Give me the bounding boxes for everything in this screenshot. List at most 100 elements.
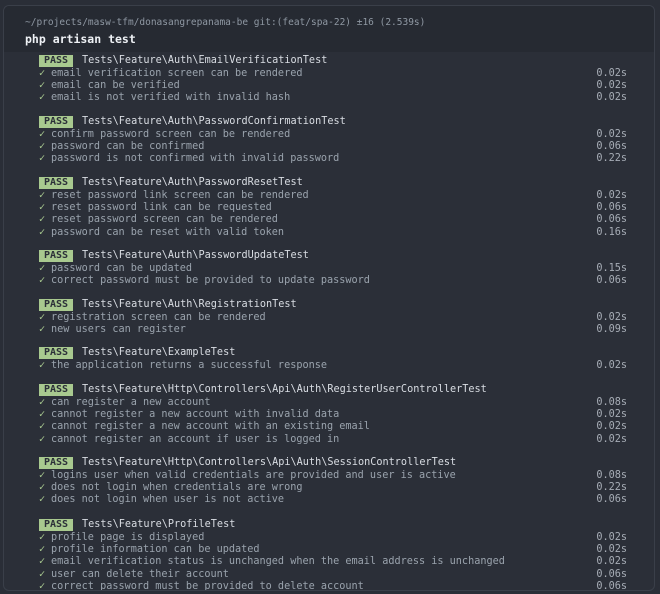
test-output: PASS Tests\Feature\Auth\EmailVerification… — [4, 52, 654, 591]
test-name: registration screen can be rendered — [51, 312, 266, 323]
test-duration: 0.02s — [596, 312, 627, 323]
test-duration: 0.06s — [596, 494, 627, 506]
test-suite: PASS Tests\Feature\Auth\EmailVerification… — [4, 54, 654, 105]
test-name: does not login when credentials are wron… — [51, 482, 303, 494]
test-duration: 0.02s — [596, 190, 627, 201]
command-line: php artisan test — [25, 32, 136, 46]
pass-badge: PASS — [39, 250, 74, 262]
test-row: ✓ does not login when user is not active 0… — [4, 494, 654, 506]
suite-header: PASS Tests\Feature\Auth\PasswordConfirmat… — [4, 115, 654, 129]
test-suite: PASS Tests\Feature\ProfileTest ✓ profile pa… — [4, 518, 654, 591]
pass-badge: PASS — [39, 55, 74, 67]
test-name: email can be verified — [51, 80, 180, 92]
test-row: ✓ cannot register a new account with inva… — [4, 409, 654, 421]
check-icon: ✓ — [39, 397, 46, 408]
test-row: ✓ does not login when credentials are wro… — [4, 482, 654, 494]
suite-header: PASS Tests\Feature\Auth\PasswordUpdateTes… — [4, 249, 654, 263]
check-icon: ✓ — [39, 226, 46, 238]
test-row: ✓ password is not confirmed with invalid … — [4, 153, 654, 165]
suite-header: PASS Tests\Feature\Auth\EmailVerification… — [4, 54, 654, 68]
test-row: ✓ password can be updated 0.15s — [4, 263, 654, 275]
test-suite: PASS Tests\Feature\Auth\PasswordConfirmat… — [4, 115, 654, 166]
test-duration: 0.06s — [596, 214, 627, 226]
suite-header: PASS Tests\Feature\Auth\PasswordResetTest — [4, 176, 654, 190]
check-icon: ✓ — [39, 263, 46, 274]
test-name: correct password must be provided to upd… — [51, 275, 370, 287]
pass-badge: PASS — [39, 347, 74, 359]
check-icon: ✓ — [39, 80, 46, 92]
test-duration: 0.02s — [596, 92, 627, 104]
pass-badge: PASS — [39, 177, 74, 189]
check-icon: ✓ — [39, 580, 46, 591]
command-header: ~/projects/masw-tfm/donasangrepanama-be … — [4, 6, 654, 52]
test-name: the application returns a successful res… — [51, 360, 328, 371]
test-name: reset password link can be requested — [51, 202, 272, 214]
terminal-window[interactable]: ~/projects/masw-tfm/donasangrepanama-be … — [3, 5, 655, 591]
test-duration: 0.02s — [596, 556, 627, 568]
check-icon: ✓ — [39, 214, 46, 226]
test-row: ✓ reset password link screen can be rende… — [4, 190, 654, 202]
test-name: cannot register a new account with inval… — [51, 409, 340, 421]
check-icon: ✓ — [39, 482, 46, 494]
pass-badge: PASS — [39, 116, 74, 128]
test-row: ✓ password can be reset with valid token 0… — [4, 227, 654, 239]
suite-name: Tests\Feature\Http\Controllers\Api\Auth\… — [82, 384, 487, 395]
suite-header: PASS Tests\Feature\ExampleTest — [4, 346, 654, 360]
test-name: user can delete their account — [51, 568, 229, 580]
test-duration: 0.06s — [596, 580, 627, 591]
test-row: ✓ new users can register 0.09s — [4, 324, 654, 336]
test-name: email is not verified with invalid hash — [51, 92, 291, 104]
test-duration: 0.15s — [596, 263, 627, 274]
suite-name: Tests\Feature\Auth\EmailVerificationTest — [82, 55, 328, 66]
test-duration: 0.06s — [596, 275, 627, 287]
test-duration: 0.02s — [596, 129, 627, 140]
check-icon: ✓ — [39, 409, 46, 421]
suite-header: PASS Tests\Feature\ProfileTest — [4, 518, 654, 532]
suite-name: Tests\Feature\Auth\RegistrationTest — [82, 299, 297, 310]
test-duration: 0.09s — [596, 324, 627, 336]
check-icon: ✓ — [39, 360, 46, 371]
test-name: does not login when user is not active — [51, 494, 285, 506]
test-duration: 0.02s — [596, 421, 627, 433]
suite-name: Tests\Feature\Auth\PasswordResetTest — [82, 177, 303, 188]
test-name: logins user when valid credentials are p… — [51, 470, 456, 481]
test-row: ✓ cannot register an account if user is l… — [4, 434, 654, 446]
test-row: ✓ cannot register a new account with an e… — [4, 421, 654, 433]
test-name: profile information can be updated — [51, 544, 260, 556]
check-icon: ✓ — [39, 153, 46, 165]
test-row: ✓ profile page is displayed 0.02s — [4, 532, 654, 544]
test-name: password can be reset with valid token — [51, 226, 285, 238]
suite-name: Tests\Feature\Auth\PasswordConfirmationT… — [82, 116, 346, 127]
test-row: ✓ the application returns a successful re… — [4, 360, 654, 372]
check-icon: ✓ — [39, 190, 46, 201]
shell-prompt: ~/projects/masw-tfm/donasangrepanama-be … — [25, 17, 426, 28]
suite-header: PASS Tests\Feature\Http\Controllers\Api\A… — [4, 383, 654, 397]
test-row: ✓ can register a new account 0.08s — [4, 397, 654, 409]
test-name: correct password must be provided to del… — [51, 580, 364, 591]
test-name: password is not confirmed with invalid p… — [51, 153, 340, 165]
test-suite: PASS Tests\Feature\Http\Controllers\Api\A… — [4, 456, 654, 507]
test-duration: 0.02s — [596, 544, 627, 556]
test-duration: 0.02s — [596, 433, 627, 445]
test-name: can register a new account — [51, 397, 211, 408]
test-row: ✓ email verification screen can be render… — [4, 68, 654, 80]
test-duration: 0.08s — [596, 470, 627, 481]
suite-name: Tests\Feature\Auth\PasswordUpdateTest — [82, 250, 309, 261]
check-icon: ✓ — [39, 494, 46, 506]
test-duration: 0.22s — [596, 482, 627, 494]
check-icon: ✓ — [39, 324, 46, 336]
check-icon: ✓ — [39, 312, 46, 323]
check-icon: ✓ — [39, 556, 46, 568]
test-row: ✓ password can be confirmed 0.06s — [4, 141, 654, 153]
test-row: ✓ user can delete their account 0.06s — [4, 569, 654, 581]
suite-header: PASS Tests\Feature\Http\Controllers\Api\A… — [4, 456, 654, 470]
test-name: cannot register a new account with an ex… — [51, 421, 370, 433]
test-suite: PASS Tests\Feature\ExampleTest ✓ the applic… — [4, 346, 654, 372]
test-row: ✓ reset password screen can be rendered 0.… — [4, 214, 654, 226]
check-icon: ✓ — [39, 141, 46, 153]
test-name: reset password link screen can be render… — [51, 190, 309, 201]
test-duration: 0.06s — [596, 141, 627, 153]
test-row: ✓ correct password must be provided to up… — [4, 275, 654, 287]
test-name: password can be confirmed — [51, 141, 205, 153]
pass-badge: PASS — [39, 519, 74, 531]
